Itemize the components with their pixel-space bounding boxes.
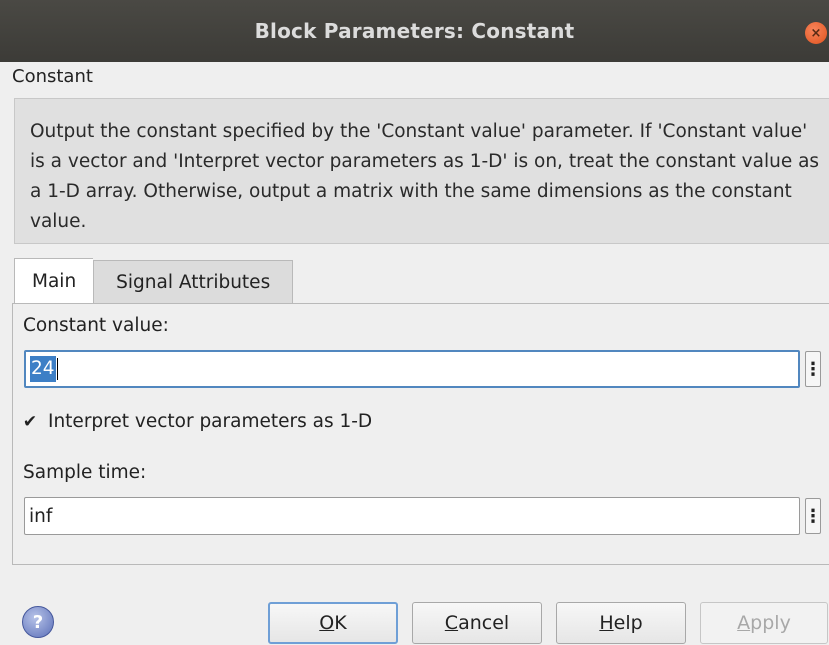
help-question-icon[interactable]: ?: [22, 606, 54, 638]
description-panel: Output the constant specified by the 'Co…: [14, 98, 829, 244]
constant-value-input[interactable]: 24: [24, 350, 800, 388]
apply-button: Apply: [700, 602, 828, 644]
cancel-mnemonic: C: [444, 612, 459, 634]
block-type-label: Constant: [12, 66, 93, 87]
cancel-label: ancel: [458, 612, 510, 634]
tab-signal-attributes[interactable]: Signal Attributes: [93, 260, 294, 304]
interpret-vector-checkbox[interactable]: ✔ Interpret vector parameters as 1-D: [22, 411, 372, 432]
window-title: Block Parameters: Constant: [254, 19, 575, 43]
ok-mnemonic: O: [319, 612, 335, 634]
help-button[interactable]: Help: [556, 602, 686, 644]
ok-label: K: [334, 612, 347, 634]
block-description: Output the constant specified by the 'Co…: [30, 121, 820, 232]
help-mnemonic: H: [599, 612, 614, 634]
tab-main[interactable]: Main: [14, 258, 94, 304]
sample-time-input[interactable]: inf: [24, 497, 800, 535]
checkmark-icon: ✔: [22, 411, 38, 432]
ok-button[interactable]: OK: [268, 602, 398, 644]
constant-value-text: 24: [30, 356, 56, 382]
text-caret: [56, 358, 58, 380]
close-icon[interactable]: ×: [805, 22, 827, 44]
block-parameters-dialog: Block Parameters: Constant × Constant Ou…: [0, 0, 829, 645]
interpret-vector-label: Interpret vector parameters as 1-D: [48, 411, 373, 432]
cancel-button[interactable]: Cancel: [412, 602, 542, 644]
apply-mnemonic: A: [737, 612, 751, 634]
apply-label: pply: [750, 612, 791, 634]
constant-value-more-icon[interactable]: ⋮: [804, 351, 822, 387]
main-tab-panel: Constant value: 24 ⋮ ✔ Interpret vector …: [12, 303, 829, 565]
sample-time-label: Sample time:: [23, 462, 147, 483]
tab-bar: Main Signal Attributes: [14, 258, 294, 304]
title-bar[interactable]: Block Parameters: Constant ×: [0, 0, 829, 62]
sample-time-more-icon[interactable]: ⋮: [804, 498, 822, 534]
sample-time-text: inf: [29, 505, 53, 527]
help-label: elp: [613, 612, 643, 634]
constant-value-label: Constant value:: [23, 315, 169, 336]
